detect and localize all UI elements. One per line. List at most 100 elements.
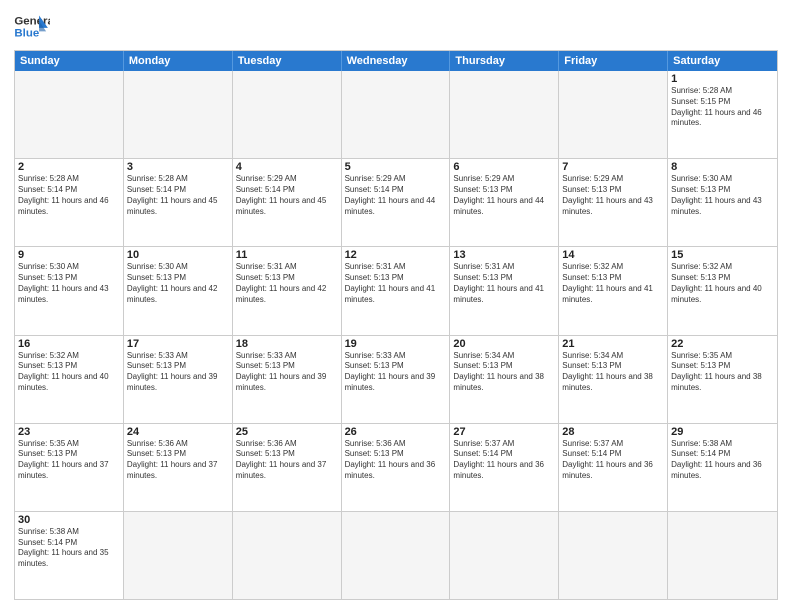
day-number: 6 [453, 161, 555, 173]
day-number: 7 [562, 161, 664, 173]
day-header-sunday: Sunday [15, 51, 124, 71]
calendar-cell: 13Sunrise: 5:31 AMSunset: 5:13 PMDayligh… [450, 247, 559, 334]
day-number: 9 [18, 249, 120, 261]
calendar-header: SundayMondayTuesdayWednesdayThursdayFrid… [15, 51, 777, 71]
calendar-cell [342, 512, 451, 599]
calendar-cell [124, 512, 233, 599]
calendar-cell: 28Sunrise: 5:37 AMSunset: 5:14 PMDayligh… [559, 424, 668, 511]
calendar-cell [450, 512, 559, 599]
calendar-cell: 24Sunrise: 5:36 AMSunset: 5:13 PMDayligh… [124, 424, 233, 511]
logo-icon: General Blue [14, 12, 50, 42]
day-info: Sunrise: 5:34 AMSunset: 5:13 PMDaylight:… [562, 351, 664, 394]
day-number: 10 [127, 249, 229, 261]
calendar-cell: 5Sunrise: 5:29 AMSunset: 5:14 PMDaylight… [342, 159, 451, 246]
day-info: Sunrise: 5:30 AMSunset: 5:13 PMDaylight:… [18, 262, 120, 305]
day-header-saturday: Saturday [668, 51, 777, 71]
logo: General Blue [14, 12, 50, 42]
calendar-cell [124, 71, 233, 158]
calendar-cell: 15Sunrise: 5:32 AMSunset: 5:13 PMDayligh… [668, 247, 777, 334]
day-info: Sunrise: 5:36 AMSunset: 5:13 PMDaylight:… [127, 439, 229, 482]
day-number: 4 [236, 161, 338, 173]
day-header-tuesday: Tuesday [233, 51, 342, 71]
calendar-cell: 26Sunrise: 5:36 AMSunset: 5:13 PMDayligh… [342, 424, 451, 511]
calendar-row-5: 30Sunrise: 5:38 AMSunset: 5:14 PMDayligh… [15, 511, 777, 599]
calendar-row-3: 16Sunrise: 5:32 AMSunset: 5:13 PMDayligh… [15, 335, 777, 423]
calendar-cell [233, 71, 342, 158]
day-info: Sunrise: 5:29 AMSunset: 5:13 PMDaylight:… [562, 174, 664, 217]
day-number: 27 [453, 426, 555, 438]
calendar-cell: 16Sunrise: 5:32 AMSunset: 5:13 PMDayligh… [15, 336, 124, 423]
day-number: 24 [127, 426, 229, 438]
day-header-friday: Friday [559, 51, 668, 71]
day-number: 18 [236, 338, 338, 350]
day-number: 5 [345, 161, 447, 173]
day-info: Sunrise: 5:29 AMSunset: 5:14 PMDaylight:… [345, 174, 447, 217]
calendar-cell [559, 71, 668, 158]
day-number: 12 [345, 249, 447, 261]
day-info: Sunrise: 5:33 AMSunset: 5:13 PMDaylight:… [127, 351, 229, 394]
day-info: Sunrise: 5:29 AMSunset: 5:13 PMDaylight:… [453, 174, 555, 217]
calendar-cell: 9Sunrise: 5:30 AMSunset: 5:13 PMDaylight… [15, 247, 124, 334]
day-info: Sunrise: 5:28 AMSunset: 5:14 PMDaylight:… [18, 174, 120, 217]
day-number: 17 [127, 338, 229, 350]
calendar-cell: 27Sunrise: 5:37 AMSunset: 5:14 PMDayligh… [450, 424, 559, 511]
day-info: Sunrise: 5:32 AMSunset: 5:13 PMDaylight:… [671, 262, 774, 305]
calendar-cell [559, 512, 668, 599]
day-number: 1 [671, 73, 774, 85]
day-info: Sunrise: 5:37 AMSunset: 5:14 PMDaylight:… [453, 439, 555, 482]
calendar-cell [450, 71, 559, 158]
calendar-body: 1Sunrise: 5:28 AMSunset: 5:15 PMDaylight… [15, 71, 777, 599]
day-number: 16 [18, 338, 120, 350]
day-number: 14 [562, 249, 664, 261]
day-info: Sunrise: 5:30 AMSunset: 5:13 PMDaylight:… [671, 174, 774, 217]
day-info: Sunrise: 5:32 AMSunset: 5:13 PMDaylight:… [18, 351, 120, 394]
day-number: 13 [453, 249, 555, 261]
day-info: Sunrise: 5:33 AMSunset: 5:13 PMDaylight:… [236, 351, 338, 394]
day-info: Sunrise: 5:31 AMSunset: 5:13 PMDaylight:… [236, 262, 338, 305]
calendar-cell: 21Sunrise: 5:34 AMSunset: 5:13 PMDayligh… [559, 336, 668, 423]
calendar-cell: 30Sunrise: 5:38 AMSunset: 5:14 PMDayligh… [15, 512, 124, 599]
day-info: Sunrise: 5:35 AMSunset: 5:13 PMDaylight:… [671, 351, 774, 394]
day-info: Sunrise: 5:32 AMSunset: 5:13 PMDaylight:… [562, 262, 664, 305]
day-number: 22 [671, 338, 774, 350]
calendar-row-2: 9Sunrise: 5:30 AMSunset: 5:13 PMDaylight… [15, 246, 777, 334]
calendar-cell: 7Sunrise: 5:29 AMSunset: 5:13 PMDaylight… [559, 159, 668, 246]
calendar-cell: 6Sunrise: 5:29 AMSunset: 5:13 PMDaylight… [450, 159, 559, 246]
calendar-cell: 22Sunrise: 5:35 AMSunset: 5:13 PMDayligh… [668, 336, 777, 423]
calendar-row-1: 2Sunrise: 5:28 AMSunset: 5:14 PMDaylight… [15, 158, 777, 246]
calendar-cell [233, 512, 342, 599]
day-number: 19 [345, 338, 447, 350]
day-number: 8 [671, 161, 774, 173]
svg-text:Blue: Blue [14, 28, 39, 40]
header: General Blue [14, 12, 778, 42]
calendar-cell: 19Sunrise: 5:33 AMSunset: 5:13 PMDayligh… [342, 336, 451, 423]
calendar-cell: 10Sunrise: 5:30 AMSunset: 5:13 PMDayligh… [124, 247, 233, 334]
day-number: 25 [236, 426, 338, 438]
calendar-cell [342, 71, 451, 158]
day-number: 21 [562, 338, 664, 350]
calendar-row-4: 23Sunrise: 5:35 AMSunset: 5:13 PMDayligh… [15, 423, 777, 511]
day-number: 15 [671, 249, 774, 261]
day-number: 20 [453, 338, 555, 350]
day-number: 29 [671, 426, 774, 438]
day-info: Sunrise: 5:37 AMSunset: 5:14 PMDaylight:… [562, 439, 664, 482]
day-info: Sunrise: 5:36 AMSunset: 5:13 PMDaylight:… [345, 439, 447, 482]
calendar-cell: 23Sunrise: 5:35 AMSunset: 5:13 PMDayligh… [15, 424, 124, 511]
day-number: 26 [345, 426, 447, 438]
calendar-cell: 12Sunrise: 5:31 AMSunset: 5:13 PMDayligh… [342, 247, 451, 334]
day-info: Sunrise: 5:38 AMSunset: 5:14 PMDaylight:… [18, 527, 120, 570]
day-info: Sunrise: 5:28 AMSunset: 5:14 PMDaylight:… [127, 174, 229, 217]
day-info: Sunrise: 5:33 AMSunset: 5:13 PMDaylight:… [345, 351, 447, 394]
day-info: Sunrise: 5:35 AMSunset: 5:13 PMDaylight:… [18, 439, 120, 482]
day-info: Sunrise: 5:31 AMSunset: 5:13 PMDaylight:… [453, 262, 555, 305]
calendar-cell: 4Sunrise: 5:29 AMSunset: 5:14 PMDaylight… [233, 159, 342, 246]
calendar-cell: 8Sunrise: 5:30 AMSunset: 5:13 PMDaylight… [668, 159, 777, 246]
calendar-cell: 20Sunrise: 5:34 AMSunset: 5:13 PMDayligh… [450, 336, 559, 423]
day-info: Sunrise: 5:38 AMSunset: 5:14 PMDaylight:… [671, 439, 774, 482]
day-info: Sunrise: 5:29 AMSunset: 5:14 PMDaylight:… [236, 174, 338, 217]
day-number: 23 [18, 426, 120, 438]
calendar-cell: 1Sunrise: 5:28 AMSunset: 5:15 PMDaylight… [668, 71, 777, 158]
day-number: 2 [18, 161, 120, 173]
calendar-cell: 11Sunrise: 5:31 AMSunset: 5:13 PMDayligh… [233, 247, 342, 334]
day-info: Sunrise: 5:31 AMSunset: 5:13 PMDaylight:… [345, 262, 447, 305]
